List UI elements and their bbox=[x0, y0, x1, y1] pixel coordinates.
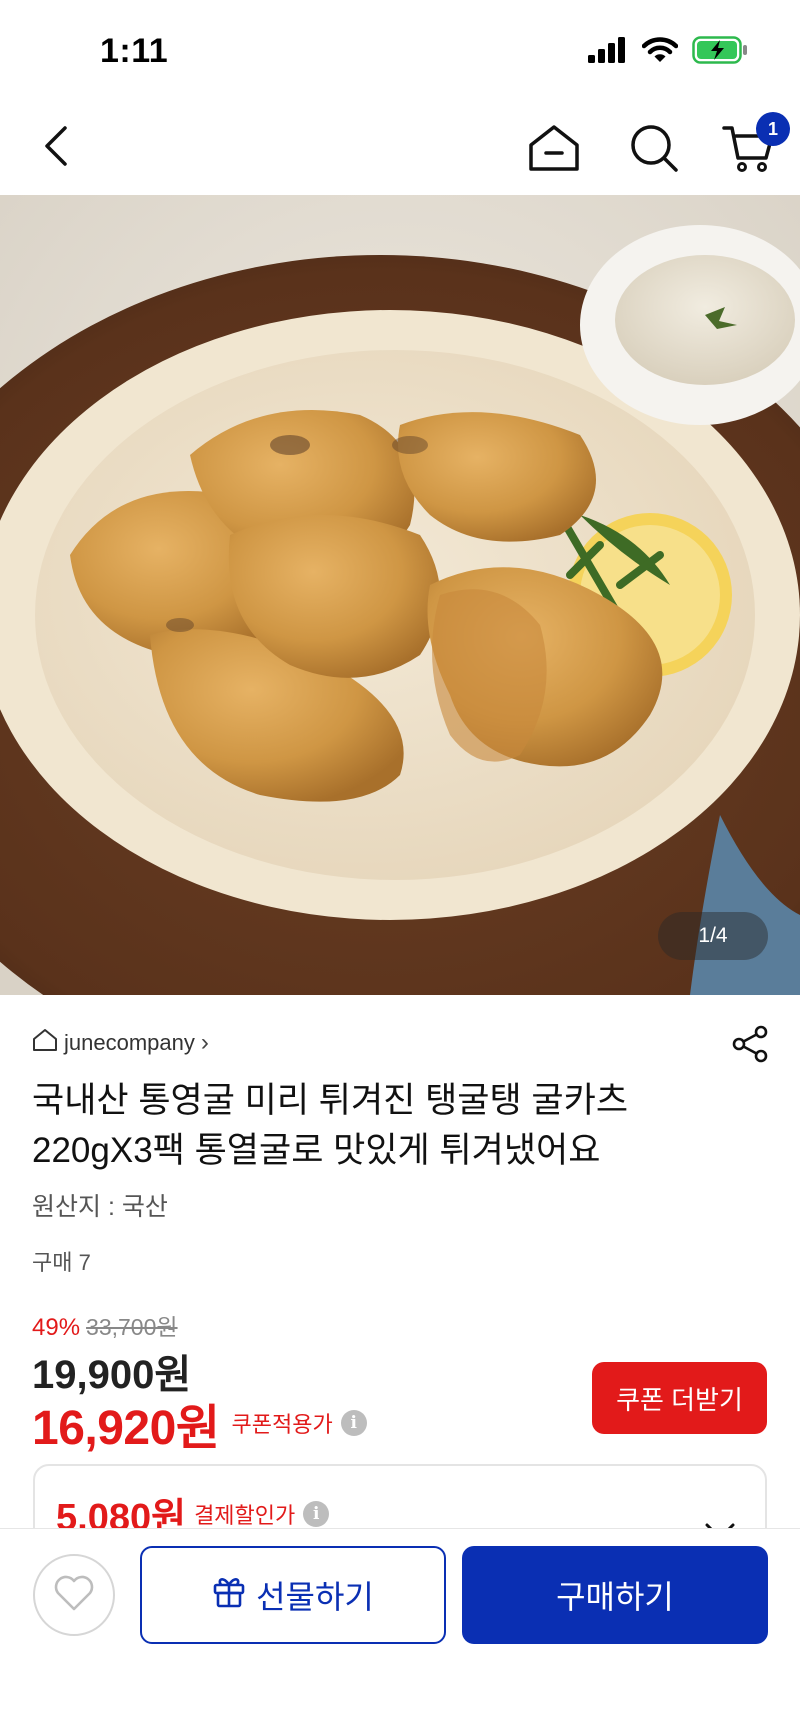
store-link[interactable]: junecompany › bbox=[32, 1028, 209, 1058]
back-icon[interactable] bbox=[28, 118, 84, 174]
product-photo bbox=[0, 195, 800, 995]
coupon-price-label: 쿠폰적용가 bbox=[231, 1412, 333, 1437]
cellular-signal-icon bbox=[588, 37, 628, 68]
wishlist-button[interactable] bbox=[33, 1554, 115, 1636]
product-title-line2: 220gX3팩 통열굴로 맛있게 튀겨냈어요 bbox=[32, 1131, 601, 1170]
discount-rate: 49% bbox=[32, 1314, 81, 1341]
heart-icon bbox=[53, 1574, 95, 1617]
status-icons bbox=[588, 36, 748, 69]
share-icon[interactable] bbox=[728, 1022, 772, 1066]
product-origin: 원산지 : 국산 bbox=[32, 1193, 168, 1221]
info-icon[interactable]: i bbox=[340, 1410, 367, 1436]
store-name: junecompany bbox=[64, 1030, 195, 1055]
wifi-icon bbox=[641, 37, 679, 68]
gift-button[interactable]: 선물하기 bbox=[140, 1546, 446, 1644]
image-counter: 1/4 bbox=[658, 912, 768, 960]
gift-button-label: 선물하기 bbox=[256, 1579, 374, 1615]
original-price: 33,700원 bbox=[86, 1314, 178, 1340]
product-title-line1: 국내산 통영굴 미리 튀겨진 탱굴탱 굴카츠 bbox=[32, 1081, 629, 1120]
buy-button[interactable]: 구매하기 bbox=[462, 1546, 768, 1644]
status-bar: 1:11 bbox=[0, 0, 800, 100]
top-nav bbox=[0, 100, 800, 194]
purchase-count: 구매 7 bbox=[32, 1250, 91, 1275]
store-home-icon bbox=[32, 1028, 58, 1058]
home-icon[interactable] bbox=[524, 118, 584, 178]
cart-count-badge: 1 bbox=[756, 112, 790, 146]
product-image[interactable] bbox=[0, 195, 800, 995]
more-coupon-button[interactable]: 쿠폰 더받기 bbox=[592, 1362, 767, 1434]
coupon-price: 16,920원 bbox=[32, 1402, 220, 1455]
status-time: 1:11 bbox=[100, 32, 169, 70]
search-icon[interactable] bbox=[624, 118, 684, 178]
discount-row: 49% 33,700원 bbox=[32, 1308, 178, 1342]
chevron-right-icon: › bbox=[200, 1029, 209, 1056]
gift-icon bbox=[212, 1574, 246, 1616]
payment-discount-label: 결제할인가 bbox=[194, 1502, 296, 1528]
battery-charging-icon bbox=[692, 36, 748, 69]
product-title: 국내산 통영굴 미리 튀겨진 탱굴탱 굴카츠 220gX3팩 통열굴로 맛있게 … bbox=[32, 1076, 752, 1176]
info-icon[interactable]: i bbox=[303, 1500, 330, 1527]
coupon-price-row: 16,920원 쿠폰적용가 i bbox=[32, 1388, 367, 1458]
